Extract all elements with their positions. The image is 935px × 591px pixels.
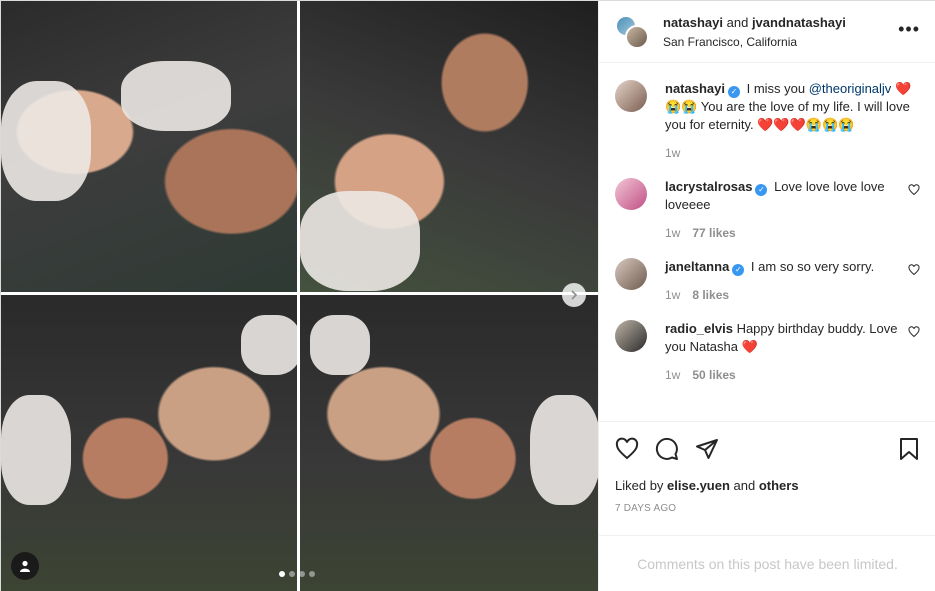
comment-likes[interactable]: 77 likes [692,226,735,240]
collab-avatars[interactable] [615,14,649,49]
carousel-dot [289,571,295,577]
liked-by-others[interactable]: others [759,478,799,493]
liked-by: Liked by elise.yuen and others [615,478,920,493]
author-joiner: and [726,15,749,30]
comment-item: janeltanna ✓ I am so so very sorry. 1w 8 l… [615,258,920,304]
avatar[interactable] [615,320,647,352]
caption-time[interactable]: 1w [665,146,680,160]
carousel-next-button[interactable] [562,283,586,307]
heart-icon[interactable] [908,326,920,338]
person-icon [20,560,30,572]
comment-item: lacrystalrosas ✓ Love love love love love… [615,178,920,242]
heart-icon[interactable] [908,264,920,276]
heart-icon[interactable] [908,184,920,196]
comments-list: natashayi ✓ I miss you @theoriginaljv ❤️😭… [599,64,935,420]
avatar[interactable] [625,24,649,49]
comment-text: I am so so very sorry. [750,259,875,274]
verified-badge-icon: ✓ [755,184,768,196]
comment-time[interactable]: 1w [665,368,680,382]
more-options-button[interactable]: ••• [898,20,920,40]
caption-emoji-2: ❤️❤️❤️😭😭😭 [757,117,855,132]
more-horizontal-icon: ••• [898,18,920,39]
carousel-dot [299,571,305,577]
caption: natashayi ✓ I miss you @theoriginaljv ❤️😭… [615,80,920,162]
liked-by-prefix: Liked by [615,478,668,493]
collage-photo-bottom-left [1,295,297,591]
collage-photo-bottom-right [300,295,598,591]
collage-photo-top-left [1,1,297,292]
avatar[interactable] [615,80,647,112]
comments-limited-notice: Comments on this post have been limited. [599,535,935,591]
carousel-dot [309,571,315,577]
post-modal: natashayi and jvandnatashayi San Francis… [0,0,935,591]
comment-username[interactable]: lacrystalrosas [665,179,752,194]
verified-badge-icon: ✓ [727,86,740,98]
avatar[interactable] [615,258,647,290]
post-actions: Liked by elise.yuen and others 7 DAYS AG… [599,421,935,514]
carousel-dot [279,571,285,577]
collage-photo-top-right [300,1,598,292]
carousel-indicator [279,571,315,577]
tagged-users-button[interactable] [11,552,39,580]
post-location[interactable]: San Francisco, California [663,35,898,49]
comment-item: radio_elvis Happy birthday buddy. Love y… [615,320,920,384]
caption-mention[interactable]: @theoriginaljv [809,81,892,96]
post-media-carousel[interactable] [1,1,598,591]
comment-time[interactable]: 1w [665,288,680,302]
author-username[interactable]: natashayi [663,15,723,30]
liked-by-user[interactable]: elise.yuen [667,478,730,493]
liked-by-middle: and [729,478,759,493]
post-header: natashayi and jvandnatashayi San Francis… [599,1,935,63]
caption-username[interactable]: natashayi [665,81,725,96]
post-date[interactable]: 7 DAYS AGO [615,503,920,514]
comment-icon[interactable] [655,437,679,461]
heart-icon[interactable] [615,437,639,461]
post-side-panel: natashayi and jvandnatashayi San Francis… [598,1,935,591]
avatar[interactable] [615,178,647,210]
bookmark-icon[interactable] [898,437,920,461]
comment-time[interactable]: 1w [665,226,680,240]
comment-username[interactable]: radio_elvis [665,321,733,336]
comment-likes[interactable]: 50 likes [692,368,735,382]
caption-text-start: I miss you [746,81,809,96]
verified-badge-icon: ✓ [732,264,745,276]
comment-username[interactable]: janeltanna [665,259,729,274]
chevron-right-icon [571,290,578,300]
collab-username[interactable]: jvandnatashayi [752,15,846,30]
comment-likes[interactable]: 8 likes [692,288,729,302]
paper-plane-icon[interactable] [695,437,719,461]
